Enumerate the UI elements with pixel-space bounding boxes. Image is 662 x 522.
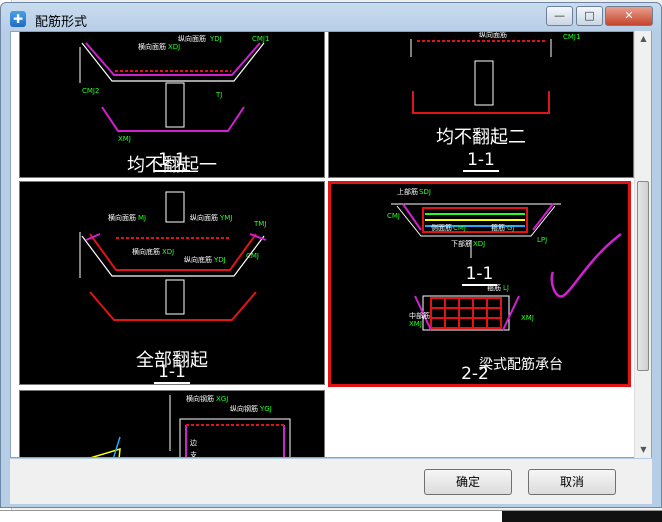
svg-text:横向钢筋: 横向钢筋	[186, 394, 214, 403]
option-gallery: 横向面筋 XDJ 纵向面筋 YDJ CMJ1 CMJ2 TJ XMJ 均不翻起一…	[10, 31, 652, 458]
svg-text:横向面筋: 横向面筋	[138, 42, 166, 51]
svg-text:纵向面筋: 纵向面筋	[190, 213, 218, 222]
svg-text:MJ: MJ	[138, 214, 146, 222]
minimize-button[interactable]: —	[546, 6, 573, 26]
tile-section-label: 1-1	[19, 150, 325, 172]
scroll-down-arrow-icon[interactable]: ▼	[636, 442, 651, 458]
svg-text:XGJ: XGJ	[216, 395, 228, 403]
svg-text:LJ: LJ	[503, 284, 509, 292]
ok-button[interactable]: 确定	[424, 469, 512, 495]
svg-text:YDJ: YDJ	[213, 256, 226, 264]
tile-section-label: 1-1	[331, 264, 628, 286]
svg-text:纵向钢筋: 纵向钢筋	[230, 404, 258, 413]
svg-text:横向底筋: 横向底筋	[132, 247, 160, 256]
svg-text:纵向面筋: 纵向面筋	[178, 34, 206, 43]
svg-text:支: 支	[190, 450, 197, 458]
cancel-button[interactable]: 取消	[528, 469, 616, 495]
tile-section-label: 1-1	[328, 150, 634, 172]
svg-text:边: 边	[190, 438, 197, 447]
svg-text:YDJ: YDJ	[209, 35, 222, 43]
svg-text:YMJ: YMJ	[219, 214, 232, 222]
title-bar[interactable]: ✚ 配筋形式 — □ ✕	[1, 3, 661, 33]
svg-text:TJ: TJ	[215, 91, 222, 99]
svg-text:侧面筋: 侧面筋	[431, 223, 452, 232]
app-icon: ✚	[10, 11, 26, 27]
svg-text:XDJ: XDJ	[168, 43, 180, 51]
svg-text:下部筋: 下部筋	[451, 239, 472, 248]
svg-text:XDJ: XDJ	[473, 240, 485, 248]
svg-text:纵向底筋: 纵向底筋	[184, 255, 212, 264]
svg-text:CMJ1: CMJ1	[252, 35, 269, 43]
svg-text:XMJ: XMJ	[521, 314, 534, 322]
maximize-button[interactable]: □	[576, 6, 603, 26]
svg-text:横向面筋: 横向面筋	[108, 213, 136, 222]
option-tile-5[interactable]: 横向钢筋 XGJ 纵向钢筋 YGJ 边 支	[19, 390, 325, 458]
svg-text:上部筋: 上部筋	[397, 187, 418, 196]
scroll-thumb[interactable]	[637, 181, 649, 371]
option-tile-beam-type-cap[interactable]: 上部筋 SDJ CMJ 侧面筋 CMJ 箍筋 GJ LPJ 下部筋 XDJ 箍筋…	[328, 181, 631, 387]
svg-text:XMJ: XMJ	[409, 320, 422, 328]
dialog-footer: 确定 取消	[10, 459, 652, 504]
vertical-scrollbar[interactable]: ▲ ▼	[634, 31, 651, 458]
tile-section-label: 1-1	[19, 362, 325, 384]
svg-text:SDJ: SDJ	[419, 188, 431, 196]
background-window-bottom	[0, 510, 662, 522]
svg-text:CMJ: CMJ	[387, 212, 400, 220]
svg-text:GJ: GJ	[507, 224, 515, 232]
svg-text:LPJ: LPJ	[537, 236, 547, 244]
svg-text:中部筋: 中部筋	[409, 311, 430, 320]
svg-text:XDJ: XDJ	[162, 248, 174, 256]
svg-text:CMJ: CMJ	[246, 252, 259, 260]
section-drawing: 横向钢筋 XGJ 纵向钢筋 YGJ 边 支	[90, 394, 291, 458]
svg-text:TMJ: TMJ	[253, 220, 266, 228]
dialog-title: 配筋形式	[35, 15, 88, 30]
svg-text:箍筋: 箍筋	[491, 223, 505, 232]
svg-text:CMJ: CMJ	[453, 224, 466, 232]
option-tile-all-bent-up[interactable]: 横向面筋 MJ 纵向面筋 YMJ 横向底筋 XDJ 纵向底筋 YDJ CMJ T…	[19, 181, 325, 385]
close-button[interactable]: ✕	[605, 6, 653, 26]
tile-caption: 均不翻起二	[436, 127, 526, 148]
scroll-up-arrow-icon[interactable]: ▲	[636, 31, 651, 47]
svg-text:CMJ2: CMJ2	[82, 87, 99, 95]
tile-section-label-2: 2-2	[331, 364, 625, 384]
svg-text:XMJ: XMJ	[118, 135, 131, 143]
svg-text:纵向面筋: 纵向面筋	[479, 31, 507, 39]
svg-text:YGJ: YGJ	[259, 405, 272, 413]
svg-text:CMJ1: CMJ1	[563, 33, 580, 41]
